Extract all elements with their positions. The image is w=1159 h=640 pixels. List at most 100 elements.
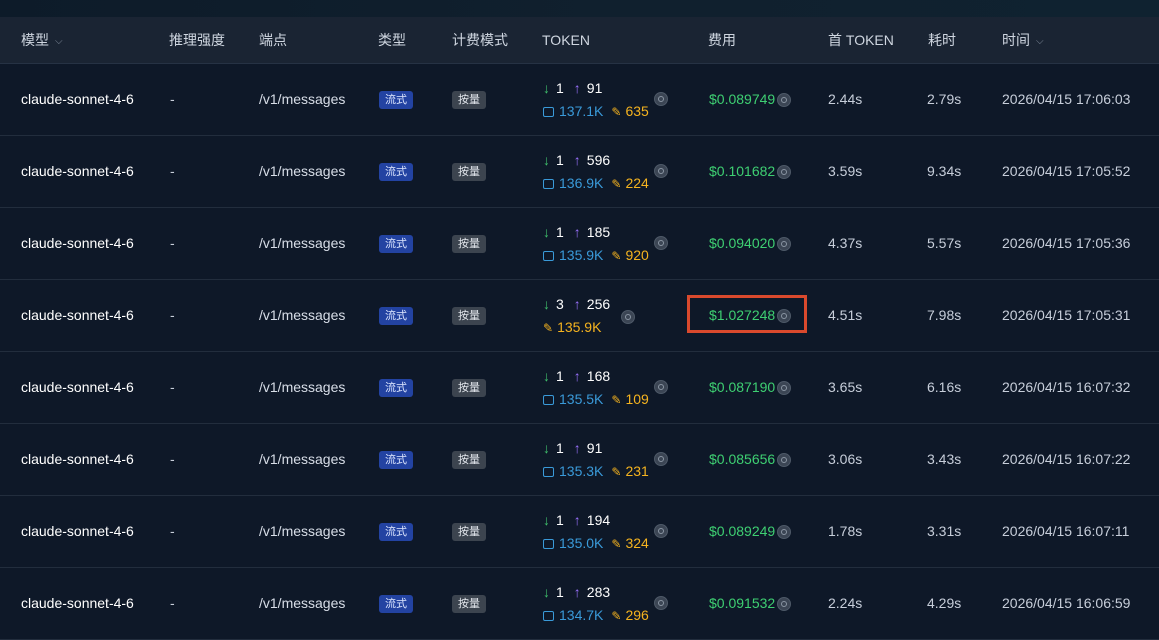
header-cost: 费用 bbox=[708, 32, 736, 48]
input-tokens: 1 bbox=[556, 224, 564, 240]
header-model[interactable]: 模型 ⌵ bbox=[21, 17, 63, 63]
header-time[interactable]: 时间 ⌵ bbox=[1002, 17, 1044, 63]
table-row[interactable]: claude-sonnet-4-6 - /v1/messages 流式 按量 ↓ 1 ↑ 91 1… bbox=[0, 424, 1159, 496]
arrow-down-icon: ↓ bbox=[543, 584, 550, 600]
stream-tag: 流式 bbox=[379, 595, 413, 614]
cost-value: $1.027248 bbox=[709, 307, 776, 323]
table-row[interactable]: claude-sonnet-4-6 - /v1/messages 流式 按量 ↓ 1 ↑ 168… bbox=[0, 352, 1159, 424]
billing-tag: 按量 bbox=[452, 595, 486, 614]
cost-info-icon[interactable] bbox=[777, 597, 791, 611]
arrow-up-icon: ↑ bbox=[573, 512, 581, 528]
cost-info-icon[interactable] bbox=[777, 237, 791, 251]
edit-icon: ✎ bbox=[611, 609, 622, 623]
edit-icon: ✎ bbox=[611, 249, 622, 263]
cache-write-tokens: 224 bbox=[625, 175, 649, 191]
token-info-icon[interactable] bbox=[654, 236, 668, 250]
first-token-latency: 3.59s bbox=[828, 163, 863, 179]
output-tokens: 91 bbox=[586, 440, 603, 456]
endpoint-path: /v1/messages bbox=[259, 595, 346, 611]
first-token-latency: 3.65s bbox=[828, 379, 863, 395]
first-token-latency: 2.44s bbox=[828, 91, 863, 107]
arrow-up-icon: ↑ bbox=[573, 440, 581, 456]
cost-info-icon[interactable] bbox=[777, 381, 791, 395]
edit-icon: ✎ bbox=[611, 177, 622, 191]
cost-info-icon[interactable] bbox=[777, 525, 791, 539]
table-row[interactable]: claude-sonnet-4-6 - /v1/messages 流式 按量 ↓ 1 ↑ 283… bbox=[0, 568, 1159, 640]
arrow-down-icon: ↓ bbox=[543, 224, 550, 240]
token-usage: ↓ 1 ↑ 194 135.0K ✎ 324 bbox=[543, 509, 649, 555]
token-info-icon[interactable] bbox=[654, 452, 668, 466]
endpoint-path: /v1/messages bbox=[259, 379, 346, 395]
model-name: claude-sonnet-4-6 bbox=[21, 163, 134, 179]
token-info-icon[interactable] bbox=[654, 524, 668, 538]
table-row[interactable]: claude-sonnet-4-6 - /v1/messages 流式 按量 ↓ 1 ↑ 194… bbox=[0, 496, 1159, 568]
token-info-icon[interactable] bbox=[621, 310, 635, 324]
edit-icon: ✎ bbox=[543, 321, 554, 335]
table-row[interactable]: claude-sonnet-4-6 - /v1/messages 流式 按量 ↓ 1 ↑ 185… bbox=[0, 208, 1159, 280]
duration: 3.31s bbox=[927, 523, 962, 539]
endpoint-path: /v1/messages bbox=[259, 91, 346, 107]
token-info-icon[interactable] bbox=[654, 380, 668, 394]
cache-tokens: 135.3K bbox=[559, 463, 604, 479]
token-info-icon[interactable] bbox=[654, 596, 668, 610]
arrow-up-icon: ↑ bbox=[573, 584, 581, 600]
reasoning-level: - bbox=[170, 235, 175, 251]
cache-tokens: 135.0K bbox=[559, 535, 604, 551]
cache-icon bbox=[543, 539, 554, 549]
duration: 6.16s bbox=[927, 379, 962, 395]
stream-tag: 流式 bbox=[379, 451, 413, 470]
model-name: claude-sonnet-4-6 bbox=[21, 451, 134, 467]
model-name: claude-sonnet-4-6 bbox=[21, 307, 134, 323]
cost-value: $0.091532 bbox=[709, 595, 776, 611]
table-row[interactable]: claude-sonnet-4-6 - /v1/messages 流式 按量 ↓ 1 ↑ 596… bbox=[0, 136, 1159, 208]
token-usage: ↓ 1 ↑ 91 137.1K ✎ 635 bbox=[543, 77, 649, 123]
arrow-down-icon: ↓ bbox=[543, 512, 550, 528]
reasoning-level: - bbox=[170, 451, 175, 467]
reasoning-level: - bbox=[170, 595, 175, 611]
first-token-latency: 2.24s bbox=[828, 595, 863, 611]
chevron-down-icon: ⌵ bbox=[1036, 36, 1044, 47]
stream-tag: 流式 bbox=[379, 379, 413, 398]
cost-info-icon[interactable] bbox=[777, 165, 791, 179]
output-tokens: 91 bbox=[586, 80, 603, 96]
edit-icon: ✎ bbox=[611, 393, 622, 407]
arrow-down-icon: ↓ bbox=[543, 296, 550, 312]
token-info-icon[interactable] bbox=[654, 92, 668, 106]
header-first-token: 首 TOKEN bbox=[828, 32, 894, 48]
cache-write-tokens: 231 bbox=[625, 463, 649, 479]
token-info-icon[interactable] bbox=[654, 164, 668, 178]
cache-icon bbox=[543, 611, 554, 621]
cost-value: $0.089249 bbox=[709, 523, 776, 539]
endpoint-path: /v1/messages bbox=[259, 307, 346, 323]
stream-tag: 流式 bbox=[379, 523, 413, 542]
timestamp: 2026/04/15 16:07:32 bbox=[1002, 379, 1131, 395]
cache-write-tokens: 324 bbox=[625, 535, 649, 551]
timestamp: 2026/04/15 17:06:03 bbox=[1002, 91, 1131, 107]
arrow-up-icon: ↑ bbox=[573, 296, 581, 312]
stream-tag: 流式 bbox=[379, 163, 413, 182]
cost-info-icon[interactable] bbox=[777, 93, 791, 107]
table-row[interactable]: claude-sonnet-4-6 - /v1/messages 流式 按量 ↓ 1 ↑ 91 1… bbox=[0, 64, 1159, 136]
duration: 3.43s bbox=[927, 451, 962, 467]
cache-tokens: 134.7K bbox=[559, 607, 604, 623]
first-token-latency: 3.06s bbox=[828, 451, 863, 467]
header-billing: 计费模式 bbox=[452, 32, 508, 48]
table-row[interactable]: claude-sonnet-4-6 - /v1/messages 流式 按量 ↓ 3 ↑ 256… bbox=[0, 280, 1159, 352]
timestamp: 2026/04/15 17:05:52 bbox=[1002, 163, 1131, 179]
billing-tag: 按量 bbox=[452, 307, 486, 326]
cost-info-icon[interactable] bbox=[777, 453, 791, 467]
token-usage: ↓ 3 ↑ 256 ✎ 135.9K bbox=[543, 293, 610, 339]
header-endpoint: 端点 bbox=[259, 32, 287, 48]
header-model-label: 模型 bbox=[21, 32, 49, 48]
timestamp: 2026/04/15 17:05:31 bbox=[1002, 307, 1131, 323]
arrow-up-icon: ↑ bbox=[573, 368, 581, 384]
token-usage: ↓ 1 ↑ 596 136.9K ✎ 224 bbox=[543, 149, 649, 195]
reasoning-level: - bbox=[170, 163, 175, 179]
model-name: claude-sonnet-4-6 bbox=[21, 523, 134, 539]
table-header: 模型 ⌵ 推理强度 端点 类型 计费模式 TOKEN 费用 首 TOKEN 耗时 … bbox=[0, 17, 1159, 64]
input-tokens: 1 bbox=[556, 512, 564, 528]
arrow-down-icon: ↓ bbox=[543, 440, 550, 456]
cache-tokens: 135.9K bbox=[559, 247, 604, 263]
cost-info-icon[interactable] bbox=[777, 309, 791, 323]
input-tokens: 1 bbox=[556, 368, 564, 384]
